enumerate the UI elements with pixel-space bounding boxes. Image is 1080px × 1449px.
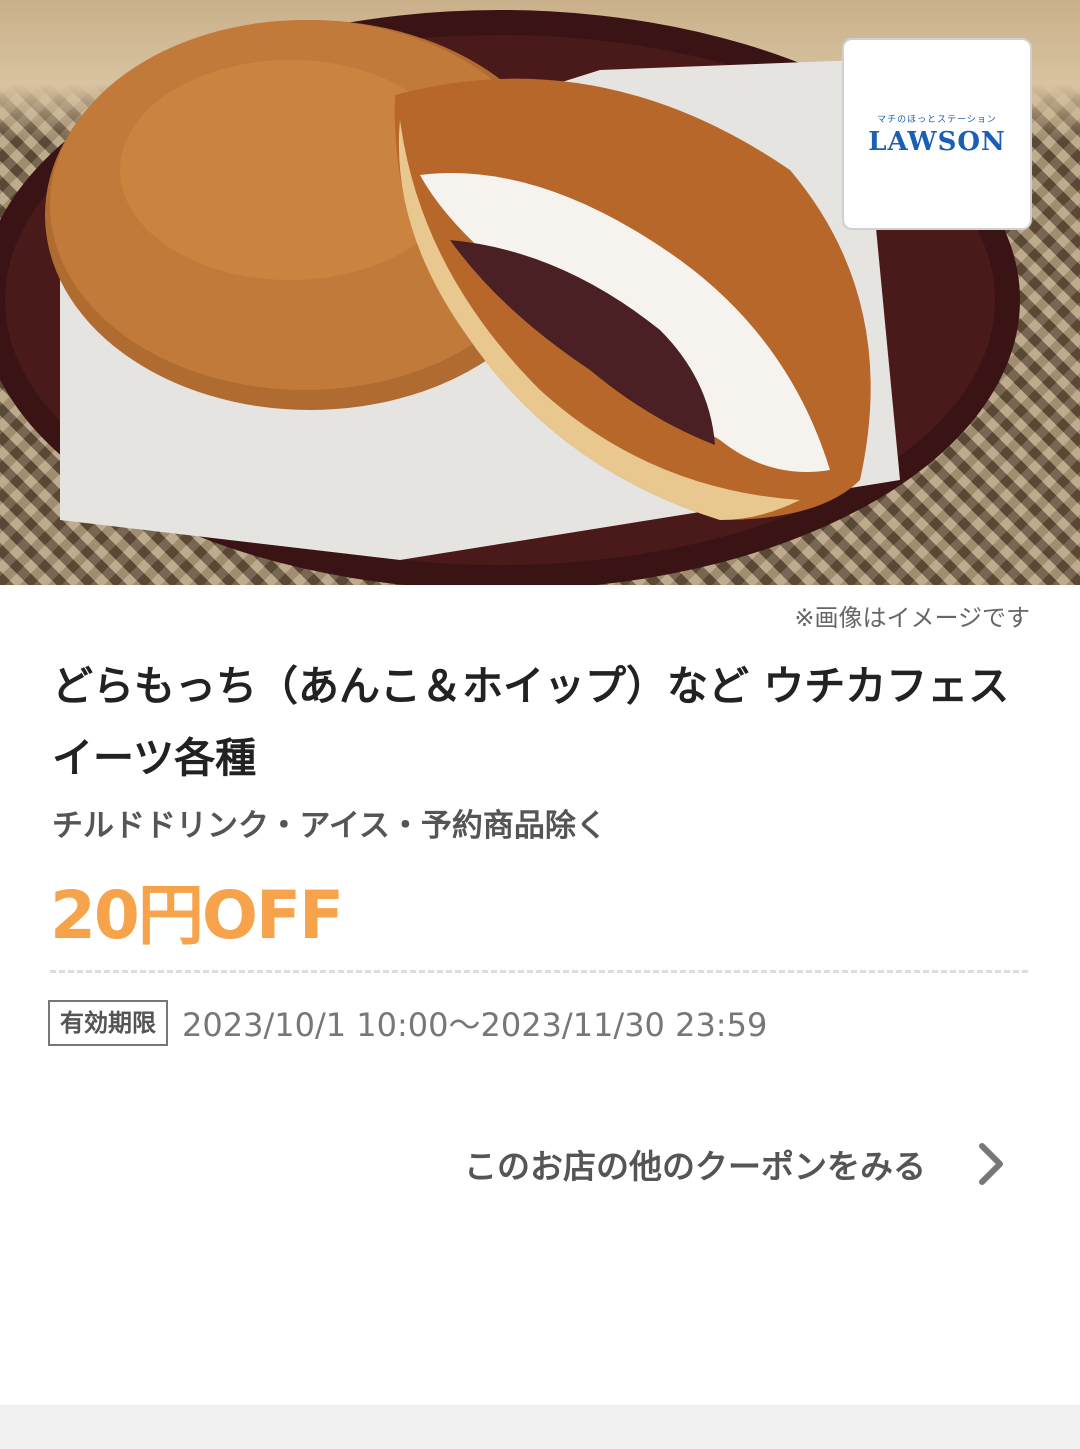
coupon-title: どらもっち（あんこ＆ホイップ）など ウチカフェスイーツ各種 [52, 662, 1010, 782]
store-logo: マチのほっとステーション LAWSON [842, 38, 1032, 230]
image-note: ※画像はイメージです [794, 604, 1030, 632]
more-coupons-link[interactable]: このお店の他のクーポンをみる [464, 1140, 1010, 1188]
product-image: マチのほっとステーション LAWSON [0, 0, 1080, 585]
logo-name: LAWSON [868, 126, 1006, 157]
dashed-divider [50, 970, 1028, 973]
more-coupons-label: このお店の他のクーポンをみる [464, 1147, 926, 1186]
discount-amount: 20円OFF [50, 877, 344, 954]
validity-dates: 2023/10/1 10:00〜2023/11/30 23:59 [182, 1006, 768, 1044]
validity-label: 有効期限 [48, 1000, 168, 1046]
chevron-right-icon [979, 1143, 1003, 1185]
coupon-exclusions: チルドドリンク・アイス・予約商品除く [52, 808, 607, 844]
validity-row: 有効期限 2023/10/1 10:00〜2023/11/30 23:59 [48, 1000, 767, 1046]
footer-band [0, 1405, 1080, 1449]
logo-tagline: マチのほっとステーション [877, 114, 997, 125]
